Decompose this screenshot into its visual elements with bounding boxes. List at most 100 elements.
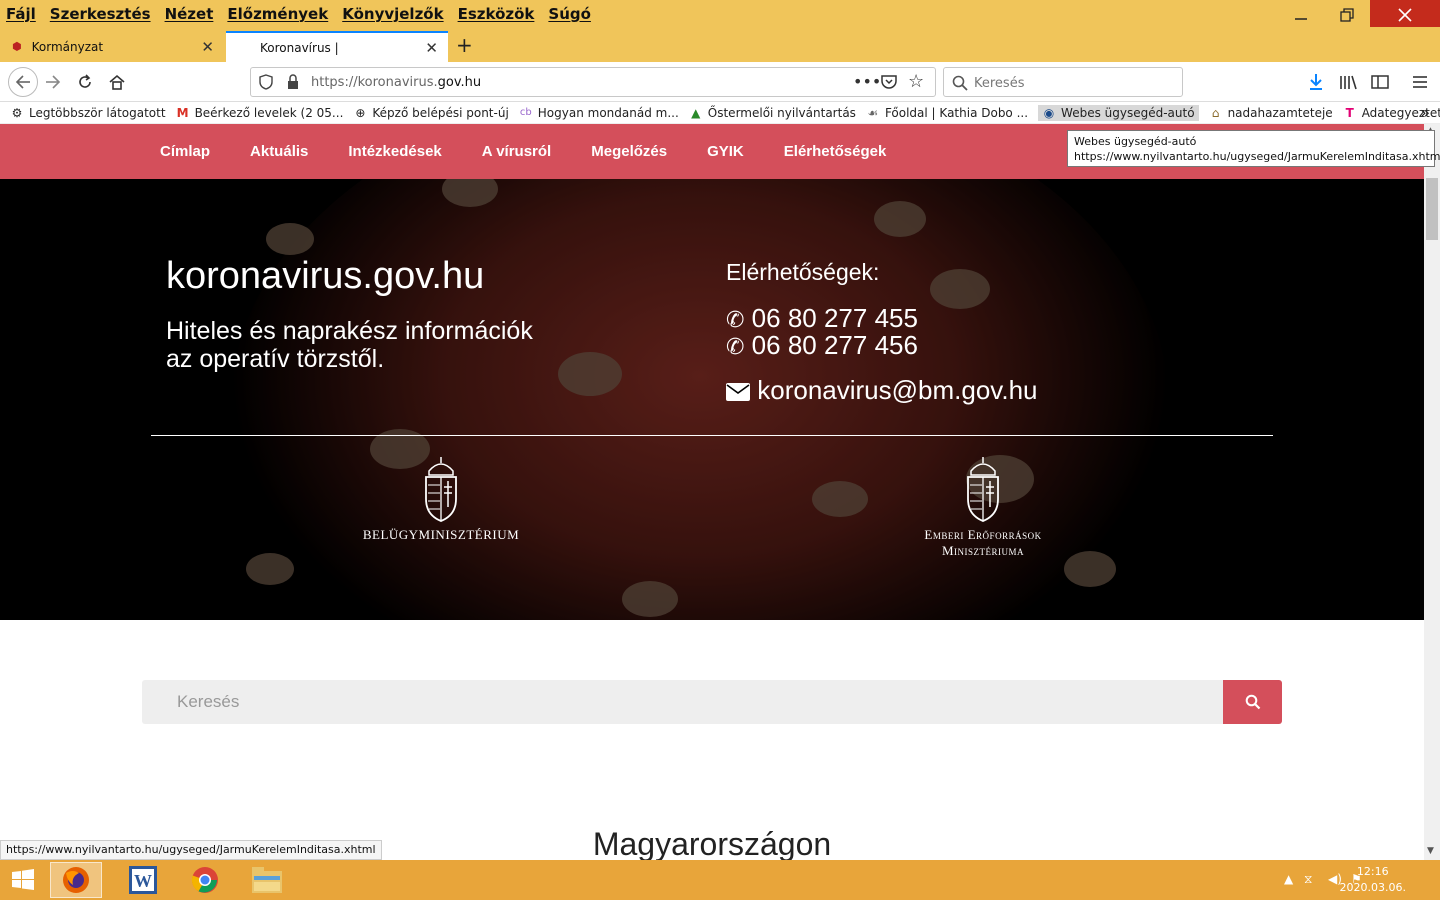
taskbar-file-explorer[interactable] [241,862,293,898]
tab-close-icon[interactable]: ✕ [425,39,438,57]
ministry-human-resources-logo[interactable]: Emberi Erőforrások Minisztériuma [883,457,1083,559]
nav-link-megelozes[interactable]: Megelőzés [591,143,667,160]
cb-icon: cb [519,106,532,118]
email-link[interactable]: koronavirus@bm.gov.hu [726,375,1038,408]
nav-link-elerhetosegek[interactable]: Elérhetőségek [784,143,887,160]
site-search-input[interactable]: Keresés [142,680,1223,724]
start-button[interactable] [0,862,46,898]
clock-date: 2020.03.06. [1339,881,1406,894]
tooltip-url: https://www.nyilvantarto.hu/ugyseged/Jar… [1074,150,1440,163]
nav-link-aktualis[interactable]: Aktuális [250,143,308,160]
nav-link-gyik[interactable]: GYIK [707,143,744,160]
tooltip-title: Webes ügysegéd-autó [1074,135,1197,148]
bookmark-label: Beérkező levelek (2 05... [194,105,344,120]
house-icon: ⌂ [1211,105,1220,120]
browser-search-box[interactable]: Keresés [943,67,1183,97]
coat-of-arms-icon [425,457,457,522]
ministry-interior-name: Belügyminisztérium [362,527,520,542]
back-arrow-icon[interactable] [8,67,38,97]
forward-arrow-icon[interactable] [41,70,65,94]
close-icon [1398,8,1412,22]
tray-expand-chevron-icon[interactable]: ▲ [1284,872,1293,886]
bookmark-label: nadahazamteteje [1227,105,1333,120]
email-address: koronavirus@bm.gov.hu [757,375,1038,405]
system-clock[interactable]: 12:16 2020.03.06. [1340,864,1406,896]
menu-view[interactable]: Nézet [159,5,220,23]
menu-help[interactable]: Súgó [542,5,597,23]
pocket-icon[interactable] [881,74,897,94]
site-search-button[interactable] [1223,680,1282,724]
bookmark-kathia[interactable]: ☙ Főoldal | Kathia Dobo ... [866,106,1028,120]
bookmark-gmail[interactable]: M Beérkező levelek (2 05... [176,106,344,120]
bookmark-star-icon[interactable]: ☆ [908,71,924,92]
menu-file[interactable]: Fájl [0,5,42,23]
hamburger-menu-icon[interactable] [1408,70,1432,94]
address-bar[interactable]: https://koronavirus.gov.hu ••• ☆ [250,67,936,97]
window-controls [1278,0,1440,30]
download-icon[interactable] [1304,70,1328,94]
bookmarks-toolbar: ⚙ Legtöbbször látogatott M Beérkező levele… [0,102,1440,124]
car-icon: ◉ [1043,105,1055,120]
nav-link-intezkedesek[interactable]: Intézkedések [348,143,441,160]
sidebar-icon[interactable] [1368,70,1392,94]
lock-icon[interactable] [287,74,299,94]
bookmark-kepzo[interactable]: ⊕ Képző belépési pont-új [353,106,508,120]
nav-link-a-virusrol[interactable]: A vírusról [482,143,551,160]
blank-favicon-icon [236,40,250,55]
ministry-hr-name-line1: Emberi Erőforrások [924,527,1042,542]
tab-close-icon[interactable]: ✕ [201,38,214,56]
phone-icon: ✆ [726,307,745,332]
menu-bar: Fájl Szerkesztés Nézet Előzmények Könyvj… [0,0,1440,27]
svg-text:W: W [134,871,152,891]
site-search-placeholder: Keresés [177,692,240,711]
close-button[interactable] [1370,0,1440,30]
bookmark-label: Hogyan mondanád m... [537,105,679,120]
tab-koronavirus[interactable]: Koronavírus | ✕ [226,31,448,62]
page-actions-icon[interactable]: ••• [853,72,881,91]
ministry-interior-logo[interactable]: Belügyminisztérium [341,457,541,543]
minimize-button[interactable] [1278,0,1324,30]
network-icon[interactable]: ⧖ [1304,872,1312,887]
taskbar-firefox[interactable] [50,862,102,898]
virus-background-image [0,179,1424,620]
maximize-button[interactable] [1324,0,1370,30]
tab-bar: ⬢ Kormányzat ✕ Koronavírus | ✕ [0,27,1440,62]
menu-edit[interactable]: Szerkesztés [44,5,157,23]
chart-icon: ▲ [691,105,701,120]
reload-icon[interactable] [73,70,97,94]
tab-kormanyzat[interactable]: ⬢ Kormányzat ✕ [0,31,224,62]
library-icon[interactable] [1336,70,1360,94]
web-page: Címlap Aktuális Intézkedések A vírusról … [0,124,1424,860]
tab-label: Koronavírus | [260,40,339,55]
nav-link-cimlap[interactable]: Címlap [160,143,210,160]
menu-history[interactable]: Előzmények [221,5,334,23]
taskbar-chrome[interactable] [179,862,231,898]
phone-2-number: 06 80 277 456 [751,330,918,360]
telekom-icon: T [1345,105,1354,120]
bookmark-webes-ugyseged[interactable]: ◉ Webes ügysegéd-autó [1038,104,1199,121]
gmail-icon: M [176,105,189,120]
globe-icon: ⊕ [355,105,366,120]
envelope-icon [726,377,750,408]
bookmark-most-visited[interactable]: ⚙ Legtöbbször látogatott [10,106,166,120]
menu-bookmarks[interactable]: Könyvjelzők [336,5,449,23]
home-icon[interactable] [105,70,129,94]
bookmark-ostermeloi[interactable]: ▲ Őstermelői nyilvántartás [689,106,856,120]
scroll-down-arrow-icon[interactable]: ▼ [1427,846,1434,856]
taskbar-word[interactable]: W [117,862,169,898]
menu-tools[interactable]: Eszközök [452,5,541,23]
hero-subtitle: Hiteles és naprakész információk az oper… [166,317,606,373]
bookmarks-overflow-chevron-icon[interactable]: » [1420,103,1430,122]
shield-icon[interactable] [259,74,273,94]
search-icon [1245,694,1260,710]
scrollbar-thumb[interactable] [1426,178,1438,240]
search-placeholder: Keresés [974,76,1025,91]
phone-2[interactable]: ✆ 06 80 277 456 [726,330,918,361]
new-tab-plus-icon[interactable]: + [456,33,473,57]
bookmark-nadahazamteteje[interactable]: ⌂ nadahazamteteje [1209,106,1333,120]
hero-subtitle-line2: az operatív törzstől. [166,345,385,373]
url-domain: gov.hu [437,75,482,90]
bookmark-hogyan[interactable]: cb Hogyan mondanád m... [519,106,679,120]
status-link-preview: https://www.nyilvantarto.hu/ugyseged/Jar… [0,840,382,860]
hero-banner: koronavirus.gov.hu Hiteles és naprakész … [0,179,1424,620]
